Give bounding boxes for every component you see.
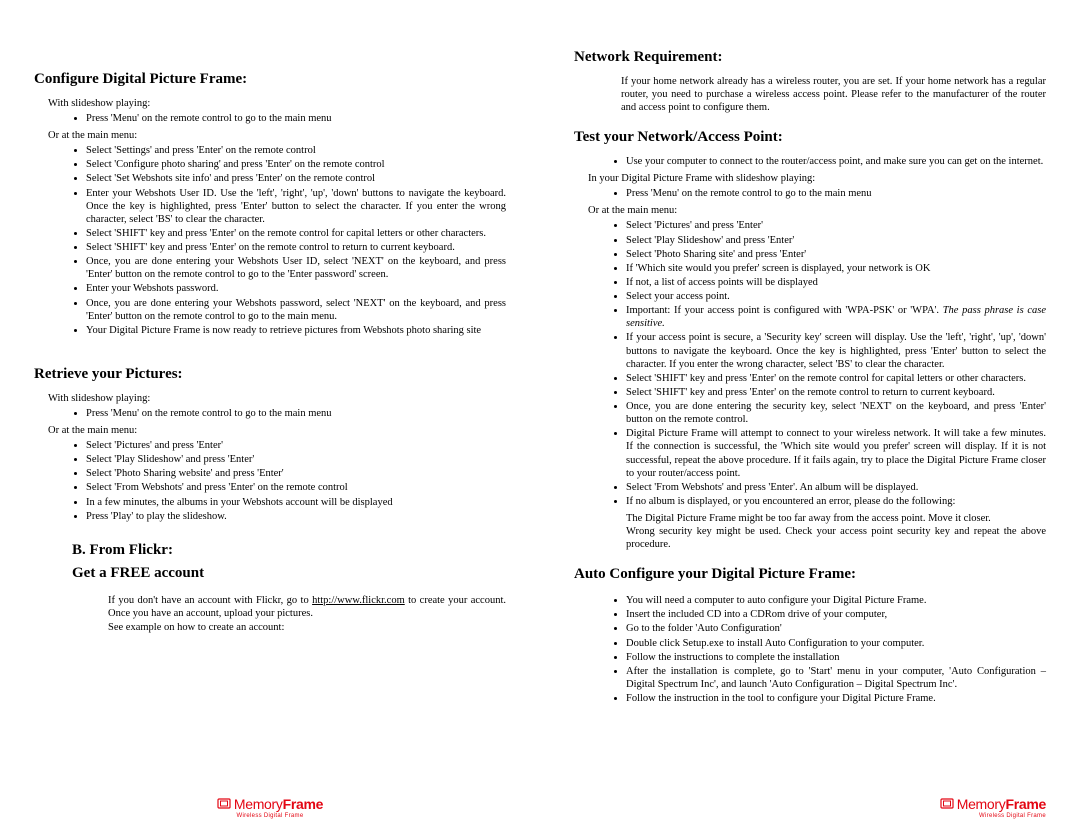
ret-list-1: Press 'Menu' on the remote control to go… [34, 407, 506, 420]
heading-configure: Configure Digital Picture Frame: [34, 70, 506, 89]
list-item: Digital Picture Frame will attempt to co… [626, 427, 1046, 480]
list-item: Select 'SHIFT' key and press 'Enter' on … [86, 241, 506, 254]
list-item: Select 'SHIFT' key and press 'Enter' on … [626, 386, 1046, 399]
list-item: If 'Which site would you prefer' screen … [626, 262, 1046, 275]
footer-logo-right: MemoryFrame Wireless Digital Frame [940, 796, 1046, 820]
test-list-2: Press 'Menu' on the remote control to go… [574, 187, 1046, 200]
ret-or: Or at the main menu: [48, 424, 506, 437]
list-item: Select 'From Webshots' and press 'Enter'… [626, 481, 1046, 494]
list-item: Select 'Pictures' and press 'Enter' [626, 219, 1046, 232]
right-page: Network Requirement: If your home networ… [540, 0, 1080, 834]
list-item: Select your access point. [626, 290, 1046, 303]
memoryframe-icon [940, 796, 954, 814]
list-item: Select 'Photo Sharing website' and press… [86, 467, 506, 480]
brand-a: Memory [957, 796, 1006, 812]
list-item: Your Digital Picture Frame is now ready … [86, 324, 506, 337]
list-item: Enter your Webshots User ID. Use the 'le… [86, 187, 506, 226]
list-item: Select 'Play Slideshow' and press 'Enter… [626, 234, 1046, 247]
list-item: Select 'Photo Sharing site' and press 'E… [626, 248, 1046, 261]
heading-retrieve: Retrieve your Pictures: [34, 365, 506, 384]
flickr-link[interactable]: http://www.flickr.com [312, 595, 405, 606]
list-item: Select 'From Webshots' and press 'Enter'… [86, 481, 506, 494]
list-item: In a few minutes, the albums in your Web… [86, 496, 506, 509]
test-list-1: Use your computer to connect to the rout… [574, 155, 1046, 168]
list-item: Follow the instruction in the tool to co… [626, 692, 1046, 705]
footer-logo-left: MemoryFrame Wireless Digital Frame [170, 796, 370, 820]
auto-list: You will need a computer to auto configu… [574, 594, 1046, 705]
list-item: Select 'Play Slideshow' and press 'Enter… [86, 453, 506, 466]
list-item: Select 'Pictures' and press 'Enter' [86, 439, 506, 452]
test-tail-1: The Digital Picture Frame might be too f… [626, 512, 1046, 525]
cfg-or: Or at the main menu: [48, 129, 506, 142]
brand-b: Frame [1005, 796, 1046, 812]
list-item: Follow the instructions to complete the … [626, 651, 1046, 664]
flickr-example: See example on how to create an account: [108, 621, 506, 634]
list-item: Select 'SHIFT' key and press 'Enter' on … [86, 227, 506, 240]
list-item: Press 'Menu' on the remote control to go… [86, 407, 506, 420]
list-item: If no album is displayed, or you encount… [626, 495, 1046, 508]
heading-netreq: Network Requirement: [574, 48, 1046, 67]
list-item: Press 'Play' to play the slideshow. [86, 510, 506, 523]
brand-tag: Wireless Digital Frame [940, 813, 1046, 821]
list-item: Select 'Settings' and press 'Enter' on t… [86, 144, 506, 157]
test-tail-2: Wrong security key might be used. Check … [626, 525, 1046, 551]
list-item: Press 'Menu' on the remote control to go… [626, 187, 1046, 200]
list-item: You will need a computer to auto configu… [626, 594, 1046, 607]
list-item: Once, you are done entering your Webshot… [86, 255, 506, 281]
list-item: If your access point is secure, a 'Secur… [626, 331, 1046, 370]
heading-flickr-a: B. From Flickr: [72, 541, 506, 560]
list-item: Insert the included CD into a CDRom driv… [626, 608, 1046, 621]
netreq-body: If your home network already has a wirel… [621, 75, 1046, 114]
list-item: After the installation is complete, go t… [626, 665, 1046, 691]
flickr-block: B. From Flickr: Get a FREE account [34, 541, 506, 583]
brand-b: Frame [283, 796, 324, 812]
heading-test: Test your Network/Access Point: [574, 128, 1046, 147]
list-item: Press 'Menu' on the remote control to go… [86, 112, 506, 125]
list-item: Go to the folder 'Auto Configuration' [626, 622, 1046, 635]
list-item: Select 'Set Webshots site info' and pres… [86, 172, 506, 185]
list-item: Once, you are done entering the security… [626, 400, 1046, 426]
cfg-lead: With slideshow playing: [48, 97, 506, 110]
flickr-body: If you don't have an account with Flickr… [108, 594, 506, 620]
test-list-3: Select 'Pictures' and press 'Enter' Sele… [574, 219, 1046, 508]
list-item: Enter your Webshots password. [86, 282, 506, 295]
list-item: Important: If your access point is confi… [626, 304, 1046, 330]
flickr-text-a: If you don't have an account with Flickr… [108, 595, 312, 606]
ret-lead: With slideshow playing: [48, 392, 506, 405]
test-or: Or at the main menu: [588, 204, 1046, 217]
cfg-list-2: Select 'Settings' and press 'Enter' on t… [34, 144, 506, 337]
list-item: Select 'Configure photo sharing' and pre… [86, 158, 506, 171]
heading-flickr-b: Get a FREE account [72, 564, 506, 583]
list-item: Use your computer to connect to the rout… [626, 155, 1046, 168]
memoryframe-icon [217, 796, 231, 814]
ret-list-2: Select 'Pictures' and press 'Enter' Sele… [34, 439, 506, 523]
test-lead2: In your Digital Picture Frame with slide… [588, 172, 1046, 185]
cfg-list-1: Press 'Menu' on the remote control to go… [34, 112, 506, 125]
list-item: Double click Setup.exe to install Auto C… [626, 637, 1046, 650]
brand-tag: Wireless Digital Frame [170, 813, 370, 821]
heading-auto: Auto Configure your Digital Picture Fram… [574, 565, 1046, 584]
list-item: Once, you are done entering your Webshot… [86, 297, 506, 323]
list-item: If not, a list of access points will be … [626, 276, 1046, 289]
important-a: Important: If your access point is confi… [626, 305, 943, 316]
brand-a: Memory [234, 796, 283, 812]
document-spread: Configure Digital Picture Frame: With sl… [0, 0, 1080, 834]
left-page: Configure Digital Picture Frame: With sl… [0, 0, 540, 834]
list-item: Select 'SHIFT' key and press 'Enter' on … [626, 372, 1046, 385]
